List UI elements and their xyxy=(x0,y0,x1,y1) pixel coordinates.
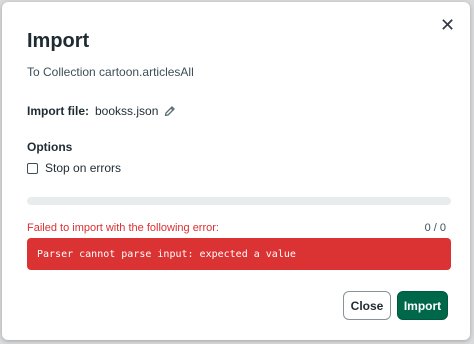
import-counter: 0 / 0 xyxy=(424,222,446,234)
import-file-label: Import file: xyxy=(27,104,89,118)
dialog-subtitle: To Collection cartoon.articlesAll xyxy=(27,65,194,79)
error-detail-box: Parser cannot parse input: expected a va… xyxy=(27,238,451,270)
pencil-icon[interactable] xyxy=(164,105,176,117)
import-file-row: Import file: bookss.json xyxy=(27,104,176,118)
dialog-title: Import xyxy=(27,30,90,52)
error-message: Failed to import with the following erro… xyxy=(27,222,219,234)
import-dialog: ✕ Import To Collection cartoon.articlesA… xyxy=(2,2,470,340)
close-button[interactable]: Close xyxy=(343,291,391,320)
stop-on-errors-row[interactable]: Stop on errors xyxy=(27,161,121,175)
stop-on-errors-label: Stop on errors xyxy=(45,161,122,175)
options-heading: Options xyxy=(27,140,73,154)
import-progress-bar xyxy=(27,197,451,205)
import-file-name: bookss.json xyxy=(95,104,159,118)
stop-on-errors-checkbox[interactable] xyxy=(27,162,38,174)
error-detail-text: Parser cannot parse input: expected a va… xyxy=(37,248,296,260)
close-icon[interactable]: ✕ xyxy=(440,16,455,34)
import-button[interactable]: Import xyxy=(397,291,448,320)
